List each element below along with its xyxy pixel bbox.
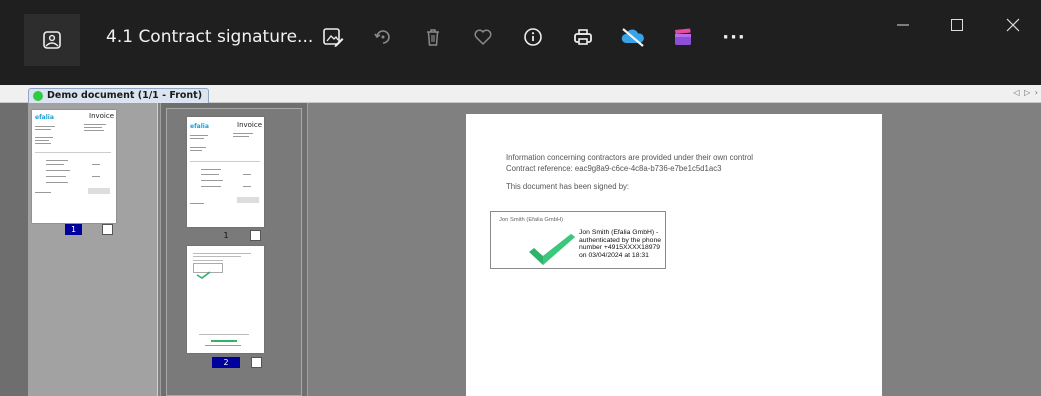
maximize-icon[interactable] <box>937 10 977 40</box>
tab-label: Demo document (1/1 - Front) <box>47 90 203 101</box>
page-thumbnail-frame: efalia Invoice 1 2 <box>166 108 302 396</box>
clapperboard-icon[interactable] <box>670 24 696 50</box>
left-gutter <box>0 103 28 396</box>
photo-app-icon <box>43 31 61 49</box>
print-icon[interactable] <box>570 24 596 50</box>
close-icon[interactable] <box>993 10 1033 40</box>
trash-icon[interactable] <box>420 24 446 50</box>
app-icon-button[interactable] <box>24 14 80 66</box>
status-dot-icon <box>33 91 43 101</box>
signed-by-line: This document has been signed by: <box>506 182 630 191</box>
check-icon <box>529 234 575 265</box>
signature-mini-box <box>193 263 223 279</box>
title-bar: 4.1 Contract signature... ··· <box>0 0 1041 85</box>
document-main-view: Information concerning contractors are p… <box>309 103 1041 396</box>
invoice-thumbnail[interactable]: efalia Invoice <box>32 110 116 223</box>
minimize-icon[interactable] <box>883 10 923 40</box>
page-1-thumbnail[interactable]: efalia Invoice <box>187 117 264 227</box>
rotate-icon[interactable] <box>370 24 396 50</box>
more-icon[interactable]: ··· <box>718 24 750 50</box>
page-number-2[interactable]: 2 <box>212 357 240 368</box>
document-thumbnail-pane[interactable]: efalia Invoice 1 <box>28 103 158 396</box>
page-number-1[interactable]: 1 <box>219 230 233 241</box>
invoice-heading: Invoice <box>89 112 115 120</box>
info-icon[interactable] <box>520 24 546 50</box>
document-page: Information concerning contractors are p… <box>466 114 882 396</box>
info-line: Information concerning contractors are p… <box>506 153 754 162</box>
page-number-1[interactable]: 1 <box>65 224 82 235</box>
tab-scroll-arrows-icon[interactable]: ◁ ▷ › <box>1013 88 1039 97</box>
tab-demo-document[interactable]: Demo document (1/1 - Front) <box>28 88 210 103</box>
photos-viewer-window: 4.1 Contract signature... ··· Demo docum… <box>0 0 1041 396</box>
page-1-checkbox[interactable] <box>250 230 261 241</box>
efalia-logo: efalia <box>35 114 54 121</box>
page-1-checkbox[interactable] <box>102 224 113 235</box>
heart-icon[interactable] <box>470 24 496 50</box>
page-thumbnail-pane[interactable]: efalia Invoice 1 2 <box>160 103 308 396</box>
page-2-thumbnail[interactable] <box>187 246 264 353</box>
signer-name-label: Jon Smith (Efalia GmbH) <box>499 217 564 223</box>
document-tab-strip: Demo document (1/1 - Front) ◁ ▷ › <box>0 85 1041 103</box>
edit-image-icon[interactable] <box>320 24 346 50</box>
page-2-checkbox[interactable] <box>251 357 262 368</box>
signature-detail: Jon Smith (Efalia GmbH) - authenticated … <box>579 229 662 259</box>
signature-box: Jon Smith (Efalia GmbH) Jon Smith (Efali… <box>490 211 666 269</box>
efalia-logo: efalia <box>190 123 209 130</box>
viewer-workspace: efalia Invoice 1 efalia Invoice 1 2 Info… <box>0 103 1041 396</box>
invoice-heading: Invoice <box>237 121 263 129</box>
window-title: 4.1 Contract signature... <box>106 27 314 47</box>
cloud-off-icon[interactable] <box>620 24 646 50</box>
check-icon <box>196 271 211 279</box>
contract-reference: Contract reference: eac9g8a9-c6ce-4c8a-b… <box>506 164 722 173</box>
